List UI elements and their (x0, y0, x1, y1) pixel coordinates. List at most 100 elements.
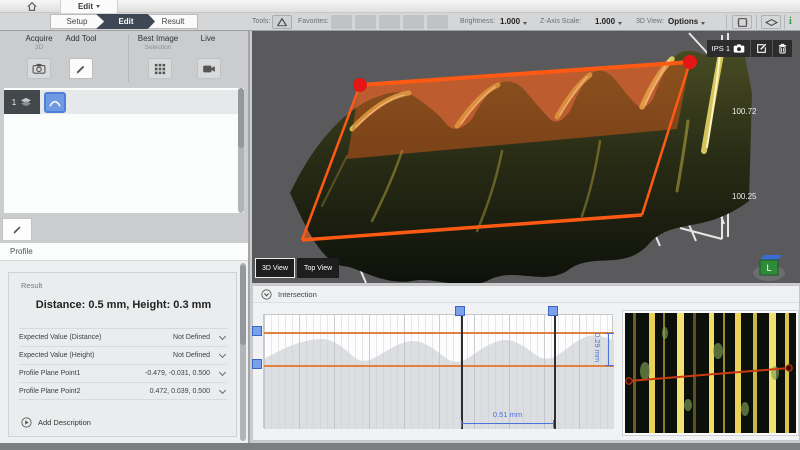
view-mode-buttons: 3D View Top View (255, 258, 339, 278)
ips-capture-button[interactable]: IPS 1 (707, 40, 751, 57)
table-row[interactable]: Profile Plane Point2 0.472, 0.039, 0.500 (19, 382, 227, 400)
acquire-sub-label: 3D (14, 44, 64, 51)
height-cursor-upper[interactable] (264, 332, 614, 334)
ips-label: IPS 1 (712, 44, 730, 53)
collapse-icon[interactable] (261, 289, 272, 300)
lower-height-handle[interactable] (252, 359, 262, 369)
zaxis-value[interactable]: 1.000 (595, 17, 622, 26)
height-cursor-lower[interactable] (264, 365, 614, 367)
left-panel: Acquire 3D Add Tool Best Image Selection… (0, 31, 250, 443)
tool-list-scrollbar[interactable] (238, 88, 244, 213)
row-value: Not Defined (173, 352, 210, 359)
right-width-handle[interactable] (548, 306, 558, 316)
result-value: Distance: 0.5 mm, Height: 0.3 mm (9, 299, 238, 311)
result-box: Result Distance: 0.5 mm, Height: 0.3 mm … (8, 272, 237, 437)
upper-height-handle[interactable] (252, 326, 262, 336)
tab-edit[interactable]: Edit (96, 14, 156, 29)
table-row[interactable]: Profile Plane Point1 -0.479, -0.031, 0.5… (19, 364, 227, 382)
layers-icon (20, 97, 32, 107)
caret-down-icon (523, 22, 527, 25)
camera-icon (32, 63, 46, 74)
top-view-image[interactable] (623, 311, 798, 435)
pencil-icon (12, 224, 23, 235)
3d-view-button[interactable]: 3D View (255, 258, 295, 278)
live-label: Live (186, 34, 230, 43)
profile-tool-selected[interactable] (44, 92, 66, 113)
caret-down-icon (701, 22, 705, 25)
top-view-button[interactable]: Top View (297, 258, 339, 278)
surface-texture (625, 313, 796, 433)
acquire-button[interactable] (27, 58, 51, 79)
orientation-cube[interactable]: L (753, 255, 785, 281)
3dview-options-button[interactable]: Options (668, 17, 705, 26)
table-row[interactable]: Expected Value (Distance) Not Defined (19, 328, 227, 346)
toolbar-separator (756, 15, 757, 29)
favorite-slot[interactable] (403, 15, 424, 29)
chevron-down-icon[interactable] (219, 351, 226, 358)
favorite-slot[interactable] (379, 15, 400, 29)
fit-frame-button[interactable] (732, 15, 752, 29)
brightness-value[interactable]: 1.000 (500, 17, 527, 26)
result-label: Result (21, 281, 42, 290)
chevron-down-icon[interactable] (219, 333, 226, 340)
tab-result[interactable]: Result (148, 14, 198, 29)
app-tab-edit[interactable]: Edit (60, 0, 118, 13)
profile-curve-icon (48, 97, 62, 108)
application-window: Edit Setup Edit Result Tools: Favorites:… (0, 0, 800, 450)
add-description-button[interactable]: Add Description (21, 417, 91, 428)
home-button[interactable] (18, 0, 46, 13)
profile-chart[interactable]: 0.51 mm 0.29 mm (263, 314, 613, 428)
add-tool-button[interactable] (69, 58, 93, 79)
row-label: Expected Value (Height) (19, 352, 173, 359)
video-icon (202, 64, 216, 74)
width-dimension-line (461, 423, 554, 424)
home-icon (26, 1, 38, 12)
profile-scrollbar[interactable] (240, 263, 246, 441)
info-icon[interactable]: i (789, 16, 792, 27)
favorite-slot[interactable] (427, 15, 448, 29)
chevron-down-icon[interactable] (219, 369, 226, 376)
brightness-label: Brightness: (460, 18, 495, 25)
tool-slot-number: 1 (12, 98, 16, 107)
best-image-sub-label: Selection (130, 44, 186, 51)
chevron-down-icon[interactable] (219, 386, 226, 393)
height-dimension-line (608, 333, 609, 366)
orientation-cube-label: L (766, 263, 771, 273)
table-row[interactable]: Expected Value (Height) Not Defined (19, 346, 227, 364)
live-button[interactable] (197, 58, 221, 79)
delete-button[interactable] (773, 40, 792, 57)
export-edit-button[interactable] (751, 40, 773, 57)
camera-icon (733, 44, 745, 53)
tab-setup[interactable]: Setup (50, 14, 104, 29)
row-value: -0.479, -0.031, 0.500 (145, 370, 210, 377)
title-bar: Edit (0, 0, 800, 13)
tool-row[interactable]: 1 (4, 90, 238, 114)
brightness-value-text: 1.000 (500, 17, 520, 26)
intersection-panel: Intersection 0.51 mm 0.29 mm (252, 285, 800, 441)
intersection-header: Intersection (253, 286, 799, 303)
3dview-label: 3D View: (636, 18, 664, 25)
3d-viewport[interactable]: L IPS 1 (252, 31, 800, 283)
plane-endpoint-left[interactable] (353, 78, 367, 92)
tool-slot-1[interactable]: 1 (4, 90, 40, 114)
edit-profile-tab[interactable] (2, 218, 32, 240)
bottom-bar (0, 443, 800, 450)
tools-profile-button[interactable] (272, 15, 292, 29)
plane-endpoint-right[interactable] (683, 55, 697, 69)
add-description-label: Add Description (38, 418, 91, 427)
caret-down-icon (96, 5, 100, 8)
profile-panel-title: Profile (10, 247, 33, 256)
row-label: Profile Plane Point1 (19, 370, 145, 377)
favorite-slot[interactable] (355, 15, 376, 29)
best-image-button[interactable] (148, 58, 172, 79)
plane-view-button[interactable] (761, 15, 781, 29)
3d-scene: L (252, 31, 800, 283)
best-image-label: Best Image (130, 34, 186, 43)
row-value: 0.472, 0.039, 0.500 (150, 388, 210, 395)
favorite-slot[interactable] (331, 15, 352, 29)
trash-icon (778, 43, 787, 54)
favorites-label: Favorites: (298, 18, 329, 25)
width-cursor-right[interactable] (554, 315, 556, 429)
left-width-handle[interactable] (455, 306, 465, 316)
zaxis-label: Z-Axis Scale: (540, 18, 581, 25)
